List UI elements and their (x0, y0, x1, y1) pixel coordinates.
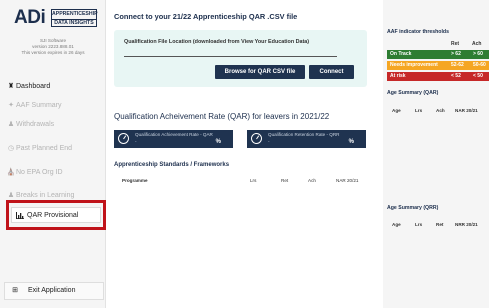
sidebar: ADi APPRENTICESHIP DATA INSIGHTS SJI Sof… (0, 0, 106, 308)
column-header-lrs: Lrs (250, 178, 257, 183)
logo-text-box: APPRENTICESHIP DATA INSIGHTS (51, 9, 98, 28)
qar-rate-dash: - (135, 139, 137, 144)
right-panel: AAF indicator thresholds Ret Ach On Trac… (383, 0, 489, 308)
age-qrr-header-lrs: Lrs (415, 222, 423, 227)
threshold-label: On Track (390, 51, 412, 57)
exit-icon: ⊞ (12, 287, 18, 294)
qar-section-title: Qualification Acheivement Rate (QAR) for… (114, 112, 330, 121)
thresholds-header-ret: Ret (451, 41, 460, 47)
file-location-label: Qualification File Location (downloaded … (124, 39, 310, 45)
threshold-ret: < 52 (451, 73, 461, 79)
exit-label: Exit Application (28, 287, 76, 294)
threshold-label: At risk (390, 73, 406, 79)
sidebar-item-label: No EPA Org ID (16, 169, 63, 176)
sidebar-item-past-planned-end[interactable]: ◷ Past Planned End (0, 141, 106, 157)
sidebar-item-aaf-summary[interactable]: ✦ AAF Summary (0, 98, 106, 114)
sidebar-item-withdrawals[interactable]: ♟ Withdrawals (0, 117, 106, 133)
logo-line2: DATA INSIGHTS (52, 18, 96, 28)
expiry-notice: This version expires in 26 days (21, 50, 85, 55)
exit-application-button[interactable]: ⊞ Exit Application (4, 282, 104, 300)
file-location-input[interactable] (124, 48, 337, 57)
threshold-ach: < 50 (473, 73, 483, 79)
logo-line1: APPRENTICESHIP (52, 11, 98, 17)
qar-rate-value: % (215, 139, 221, 145)
highlight-box (6, 200, 106, 230)
age-summary-qrr-title: Age Summary (QRR) (387, 205, 439, 211)
sidebar-item-label: Withdrawals (16, 121, 55, 128)
threshold-ach: 50-60 (473, 62, 486, 68)
qrr-rate-value: % (348, 139, 354, 145)
sidebar-item-no-epa-org-id[interactable]: ⛪ No EPA Org ID (0, 165, 106, 181)
logo-mark: ADi (14, 7, 46, 28)
qrr-rate-label: Qualification Retention Rate - QRR (268, 132, 340, 137)
column-header-ret: Ret (281, 178, 289, 183)
sidebar-item-label: AAF Summary (16, 102, 62, 109)
age-qrr-header-age: Age (392, 222, 401, 227)
threshold-row-needs-improvement: Needs improvement 52-62 50-60 (387, 61, 489, 70)
age-qar-header-lrs: Lrs (415, 108, 423, 113)
page-title: Connect to your 21/22 Apprenticeship QAR… (114, 12, 298, 21)
thresholds-title: AAF indicator thresholds (387, 29, 449, 35)
age-qar-header-ach: Ach (436, 108, 445, 113)
sidebar-item-label: Dashboard (16, 83, 51, 90)
age-qrr-header-ret: Ret (436, 222, 444, 227)
threshold-row-at-risk: At risk < 52 < 50 (387, 72, 489, 81)
qar-rate-card: Qualification Achievement Rate - QAR - % (114, 130, 233, 148)
browse-csv-button[interactable]: Browse for QAR CSV file (215, 65, 305, 79)
app-logo: ADi APPRENTICESHIP DATA INSIGHTS (14, 6, 98, 30)
threshold-label: Needs improvement (390, 62, 438, 68)
age-qar-header-age: Age (392, 108, 401, 113)
column-header-programme: Programme (122, 178, 148, 183)
threshold-row-on-track: On Track > 62 > 60 (387, 50, 489, 59)
gauge-icon (118, 133, 129, 144)
qar-rate-label: Qualification Achievement Rate - QAR (135, 132, 213, 137)
sidebar-item-label: Past Planned End (16, 145, 73, 152)
column-header-ach: Ach (308, 178, 316, 183)
qrr-rate-card: Qualification Retention Rate - QRR - % (247, 130, 366, 148)
threshold-ach: > 60 (473, 51, 483, 57)
threshold-ret: > 62 (451, 51, 461, 57)
gauge-icon (251, 133, 262, 144)
qrr-rate-dash: - (268, 139, 270, 144)
thresholds-header-ach: Ach (472, 41, 482, 47)
sidebar-item-dashboard[interactable]: ♜ Dashboard (0, 79, 106, 95)
connect-panel: Qualification File Location (downloaded … (114, 30, 367, 87)
column-header-nar: NAR 20/21 (336, 178, 359, 183)
connect-button[interactable]: Connect (309, 65, 354, 79)
age-qar-header-nar: NAR 20/21 (455, 108, 478, 113)
standards-title: Apprenticeship Standards / Frameworks (114, 162, 230, 168)
age-qrr-header-nrr: NRR 20/21 (455, 222, 478, 227)
threshold-ret: 52-62 (451, 62, 464, 68)
age-summary-qar-title: Age Summary (QAR) (387, 90, 439, 96)
